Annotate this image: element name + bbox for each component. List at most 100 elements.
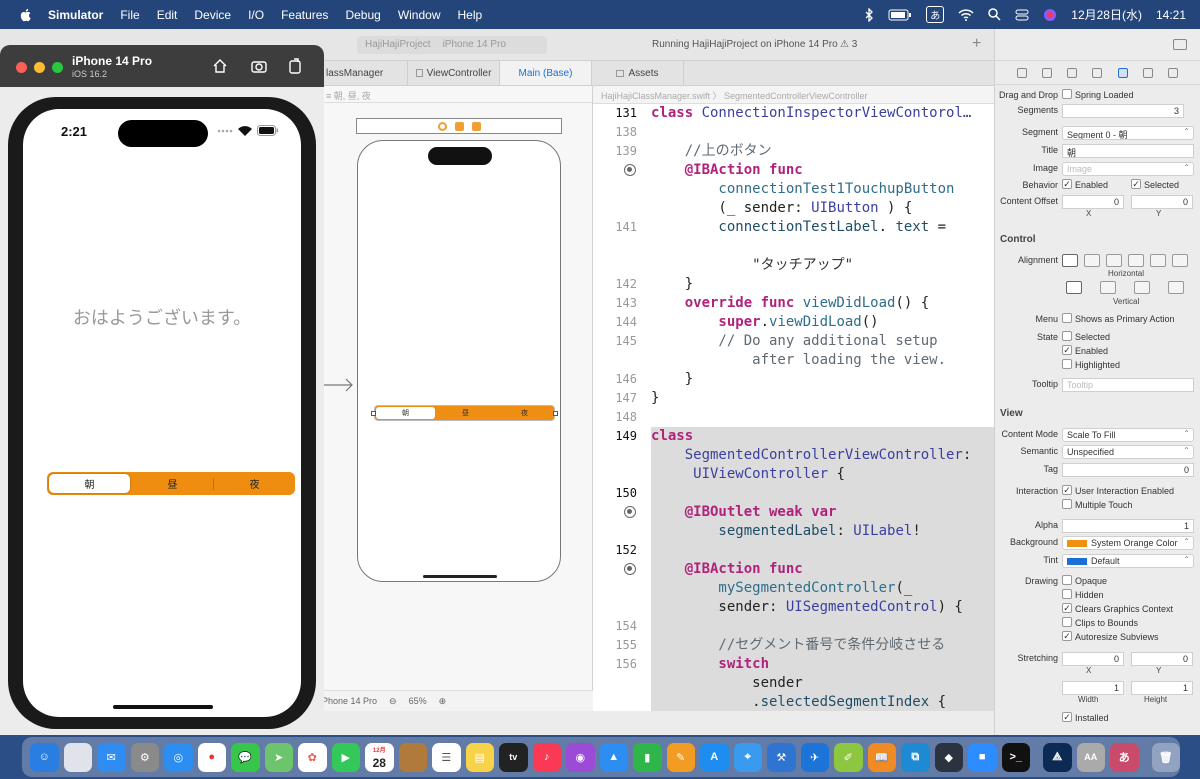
vscode-icon[interactable]: ⧉ [901, 742, 930, 772]
background-color-popup[interactable]: System Orange Color [1062, 536, 1194, 550]
finder-icon[interactable]: ☺ [30, 742, 59, 772]
valign-fill-button[interactable] [1168, 281, 1184, 294]
code-line[interactable]: 143 override func viewDidLoad() { [593, 294, 994, 313]
segment-popup[interactable]: Segment 0 - 朝 [1062, 126, 1194, 140]
first-responder-icon[interactable] [454, 121, 464, 131]
code-line[interactable]: 147} [593, 389, 994, 408]
opaque-checkbox[interactable] [1062, 575, 1072, 585]
tag-field[interactable]: 0 [1062, 463, 1194, 477]
trash-icon[interactable]: 🗑 [1151, 742, 1180, 772]
menubar-date[interactable]: 12月28日(水) [1071, 6, 1142, 23]
menu-help[interactable]: Help [458, 8, 483, 22]
file-inspector-icon[interactable] [1016, 67, 1027, 78]
view-controller-icon[interactable] [437, 121, 447, 131]
alpha-field[interactable]: 1 [1062, 519, 1194, 533]
code-line[interactable]: 141 connectionTestLabel. text = [593, 218, 994, 237]
tint-color-popup[interactable]: Default [1062, 554, 1194, 568]
stretch-height-field[interactable]: 1 [1131, 681, 1193, 695]
xcode-icon[interactable]: ⚒ [767, 742, 796, 772]
storyboard-canvas[interactable]: ≡ 朝, 昼, 夜 朝 昼 夜 iPhone 14 Pro ⊖ 65% ⊕ [320, 86, 593, 711]
resize-handle-right[interactable] [553, 411, 558, 416]
code-line[interactable]: 139 //上のボタン [593, 142, 994, 161]
menu-file[interactable]: File [120, 8, 139, 22]
code-line[interactable]: SegmentedControllerViewController: [593, 446, 994, 465]
clips-icon[interactable]: ✐ [834, 742, 863, 772]
offset-y-field[interactable]: 0 [1131, 195, 1193, 209]
code-line[interactable]: 149 class [593, 427, 994, 446]
add-tab-icon[interactable]: + [972, 35, 981, 53]
code-line[interactable]: 150 [593, 484, 994, 503]
menubar-time[interactable]: 14:21 [1156, 8, 1186, 22]
code-line[interactable]: after loading the view. [593, 351, 994, 370]
apple-tv-icon[interactable]: tv [499, 742, 528, 772]
code-line[interactable]: "タッチアップ" [593, 256, 994, 275]
screenshot-button-icon[interactable] [250, 57, 268, 75]
spotlight-search-icon[interactable] [988, 8, 1001, 21]
selected-checkbox[interactable]: ✓ [1131, 179, 1141, 189]
installed-checkbox[interactable]: ✓ [1062, 712, 1072, 722]
multiple-touch-checkbox[interactable] [1062, 499, 1072, 509]
numbers-icon[interactable]: ▮ [633, 742, 662, 772]
menu-features[interactable]: Features [281, 8, 328, 22]
align-right-button[interactable] [1106, 254, 1122, 267]
music-icon[interactable]: ♪ [532, 742, 561, 772]
contacts-icon[interactable] [398, 742, 427, 772]
code-line[interactable]: 138 [593, 123, 994, 142]
content-mode-popup[interactable]: Scale To Fill [1062, 428, 1194, 442]
identity-inspector-icon[interactable] [1092, 67, 1103, 78]
code-line[interactable]: 155 //セグメント番号で条件分岐させる [593, 636, 994, 655]
tab-main-storyboard[interactable]: Main (Base) [500, 61, 592, 85]
code-line[interactable]: 152 [593, 541, 994, 560]
siri-icon[interactable] [1043, 8, 1057, 22]
system-settings-icon[interactable]: ⚙ [130, 742, 159, 772]
tab-assets[interactable]: Assets [592, 61, 684, 85]
code-line[interactable]: 145 // Do any additional setup [593, 332, 994, 351]
photos-icon[interactable]: ✿ [298, 742, 327, 772]
clips-checkbox[interactable] [1062, 617, 1072, 627]
code-line[interactable]: mySegmentedController(_ [593, 579, 994, 598]
scene-device-frame[interactable]: 朝 昼 夜 [357, 140, 561, 582]
clears-graphics-checkbox[interactable]: ✓ [1062, 603, 1072, 613]
warning-count[interactable]: ⚠ 3 [840, 39, 857, 50]
code-line[interactable]: sender: UISegmentedControl) { [593, 598, 994, 617]
connections-inspector-icon[interactable] [1168, 67, 1179, 78]
scene-segment-1[interactable]: 昼 [436, 406, 495, 420]
state-enabled-checkbox[interactable]: ✓ [1062, 345, 1072, 355]
editor-jump-bar[interactable]: HajiHajiClassManager.swift 〉 SegmentedCo… [593, 86, 994, 104]
instruments-icon[interactable]: ⟁ [1043, 742, 1072, 772]
image-popup[interactable]: Image [1062, 162, 1194, 176]
tab-view-controller[interactable]: ViewController [408, 61, 500, 85]
stretch-x-field[interactable]: 0 [1062, 652, 1124, 666]
segment-morning[interactable]: 朝 [49, 474, 130, 493]
code-line[interactable]: 146 } [593, 370, 994, 389]
simulator-title-bar[interactable]: iPhone 14 Pro iOS 16.2 [0, 45, 324, 87]
code-line[interactable]: 148 [593, 408, 994, 427]
connection-circle-icon[interactable] [624, 563, 636, 575]
code-line[interactable]: (_ sender: UIButton ) { [593, 199, 994, 218]
resize-handle-left[interactable] [371, 411, 376, 416]
menu-window[interactable]: Window [398, 8, 441, 22]
offset-x-field[interactable]: 0 [1062, 195, 1124, 209]
iphone-screen[interactable]: 2:21 おはようございます。 朝 昼 夜 [23, 109, 301, 717]
books-icon[interactable]: 📖 [867, 742, 896, 772]
github-icon[interactable]: ◆ [934, 742, 963, 772]
autoresize-checkbox[interactable]: ✓ [1062, 631, 1072, 641]
align-fill-button[interactable] [1128, 254, 1144, 267]
notes-icon[interactable]: ▤ [465, 742, 494, 772]
help-inspector-icon[interactable] [1067, 67, 1078, 78]
app-store-icon[interactable]: A [700, 742, 729, 772]
user-interaction-checkbox[interactable]: ✓ [1062, 485, 1072, 495]
zoom-out-icon[interactable]: ⊖ [389, 696, 397, 707]
menu-app-name[interactable]: Simulator [48, 8, 103, 22]
zoom-icon[interactable]: ■ [968, 742, 997, 772]
assistant-code-editor[interactable]: HajiHajiClassManager.swift 〉 SegmentedCo… [593, 86, 994, 711]
valign-bottom-button[interactable] [1134, 281, 1150, 294]
scene-segmented-control[interactable]: 朝 昼 夜 [371, 405, 558, 421]
attributes-inspector-icon[interactable] [1117, 67, 1128, 78]
history-inspector-icon[interactable] [1041, 67, 1052, 78]
size-inspector-icon[interactable] [1143, 67, 1154, 78]
menu-debug[interactable]: Debug [345, 8, 380, 22]
show-primary-checkbox[interactable] [1062, 313, 1072, 323]
zoom-level[interactable]: 65% [409, 696, 427, 706]
code-line[interactable]: 142 } [593, 275, 994, 294]
